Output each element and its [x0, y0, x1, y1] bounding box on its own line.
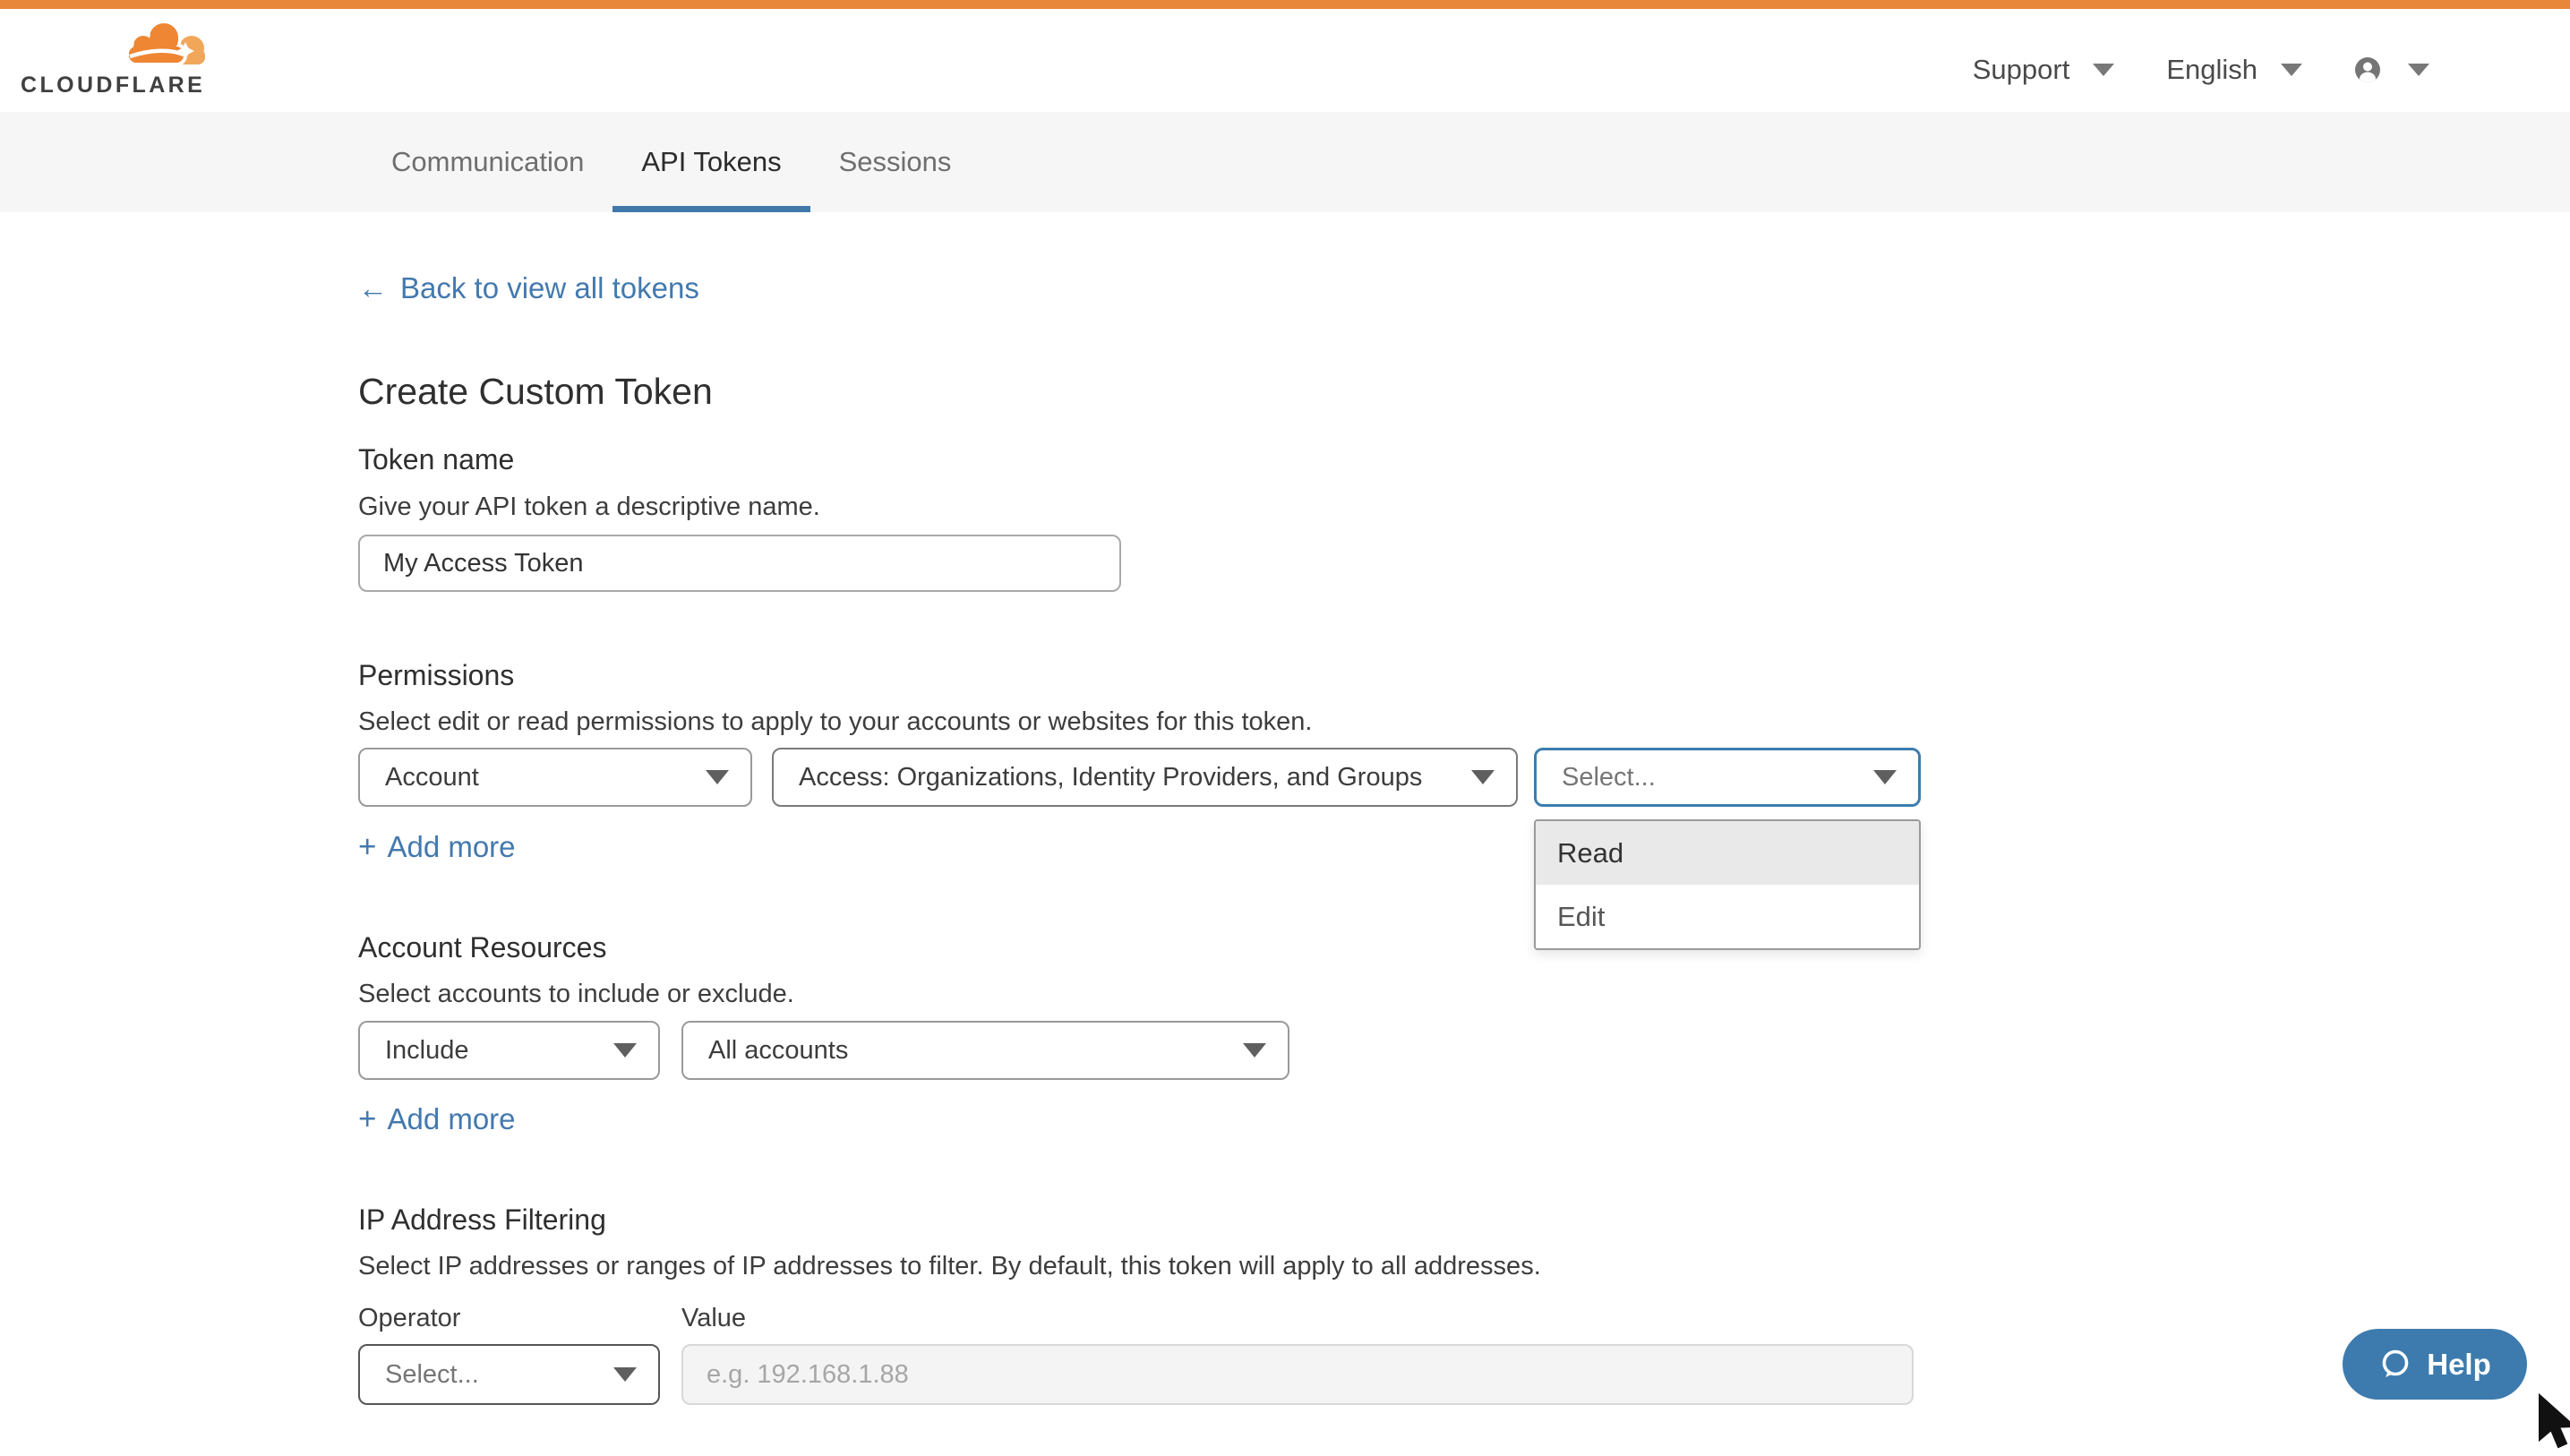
- tab-bar: Communication API Tokens Sessions: [0, 112, 2570, 212]
- account-menu[interactable]: [2354, 56, 2429, 83]
- cloudflare-cloud-icon: [117, 18, 209, 66]
- support-menu-label: Support: [1973, 54, 2070, 86]
- chevron-down-icon: [613, 1367, 637, 1382]
- user-avatar-icon: [2354, 56, 2381, 83]
- header: CLOUDFLARE Support English: [0, 9, 2570, 112]
- permissions-description: Select edit or read permissions to apply…: [358, 707, 1312, 737]
- permission-level-menu: Read Edit: [1534, 819, 1921, 950]
- support-menu[interactable]: Support: [1973, 54, 2115, 86]
- tab-communication[interactable]: Communication: [363, 112, 613, 212]
- left-arrow-icon: ←: [358, 271, 388, 305]
- chevron-down-icon: [2408, 64, 2429, 76]
- ip-filtering-heading: IP Address Filtering: [358, 1203, 606, 1237]
- back-to-tokens-link[interactable]: ← Back to view all tokens: [358, 271, 699, 305]
- ip-operator-select[interactable]: Select...: [358, 1344, 660, 1405]
- account-resources-mode-value: Include: [385, 1036, 469, 1066]
- tab-api-tokens[interactable]: API Tokens: [613, 112, 810, 212]
- account-resources-heading: Account Resources: [358, 931, 606, 964]
- brand-accent-bar: [0, 0, 2570, 9]
- token-name-description: Give your API token a descriptive name.: [358, 492, 820, 522]
- permissions-add-more-link[interactable]: + Add more: [358, 829, 516, 865]
- page-title: Create Custom Token: [358, 371, 713, 413]
- ip-filtering-description: Select IP addresses or ranges of IP addr…: [358, 1252, 1541, 1281]
- value-label: Value: [681, 1304, 746, 1333]
- back-link-label: Back to view all tokens: [400, 271, 699, 305]
- permission-level-placeholder: Select...: [1562, 763, 1656, 792]
- permission-scope-value: Access: Organizations, Identity Provider…: [799, 763, 1422, 792]
- token-name-input[interactable]: [358, 535, 1121, 592]
- tab-label: API Tokens: [641, 146, 781, 178]
- chevron-down-icon: [2281, 64, 2302, 76]
- account-resources-add-more-link[interactable]: + Add more: [358, 1101, 516, 1137]
- chevron-down-icon: [1471, 770, 1495, 784]
- help-button-label: Help: [2427, 1348, 2491, 1382]
- ip-operator-placeholder: Select...: [385, 1360, 479, 1390]
- permissions-heading: Permissions: [358, 659, 514, 692]
- add-more-label: Add more: [387, 830, 515, 864]
- chevron-down-icon: [613, 1043, 637, 1058]
- mouse-cursor: [2536, 1393, 2570, 1456]
- chevron-down-icon: [2093, 64, 2114, 76]
- tab-label: Sessions: [839, 146, 952, 178]
- tab-label: Communication: [391, 146, 584, 178]
- ip-value-input[interactable]: [681, 1344, 1914, 1405]
- token-name-heading: Token name: [358, 443, 514, 476]
- add-more-label: Add more: [387, 1102, 515, 1136]
- account-resources-mode-select[interactable]: Include: [358, 1021, 660, 1080]
- help-button[interactable]: Help: [2343, 1329, 2527, 1400]
- tab-sessions[interactable]: Sessions: [810, 112, 981, 212]
- cloudflare-wordmark: CLOUDFLARE: [21, 73, 205, 98]
- account-resources-scope-value: All accounts: [708, 1036, 848, 1066]
- permission-scope-select[interactable]: Access: Organizations, Identity Provider…: [772, 748, 1518, 807]
- chevron-down-icon: [1243, 1043, 1266, 1058]
- cloudflare-logo[interactable]: CLOUDFLARE: [21, 16, 209, 106]
- language-menu[interactable]: English: [2166, 54, 2302, 86]
- account-resources-scope-select[interactable]: All accounts: [681, 1021, 1289, 1080]
- language-menu-label: English: [2166, 54, 2257, 86]
- menu-option-read[interactable]: Read: [1536, 821, 1919, 885]
- chevron-down-icon: [706, 770, 729, 784]
- top-navigation: Support English: [1973, 18, 2570, 121]
- menu-option-edit[interactable]: Edit: [1536, 885, 1919, 948]
- permission-level-select[interactable]: Select...: [1534, 748, 1921, 807]
- plus-icon: +: [358, 1101, 376, 1137]
- permission-type-select[interactable]: Account: [358, 748, 752, 807]
- chat-bubble-icon: [2378, 1348, 2412, 1382]
- permission-type-value: Account: [385, 763, 479, 792]
- operator-label: Operator: [358, 1304, 460, 1333]
- chevron-down-icon: [1873, 770, 1897, 784]
- plus-icon: +: [358, 829, 376, 865]
- account-resources-description: Select accounts to include or exclude.: [358, 980, 794, 1009]
